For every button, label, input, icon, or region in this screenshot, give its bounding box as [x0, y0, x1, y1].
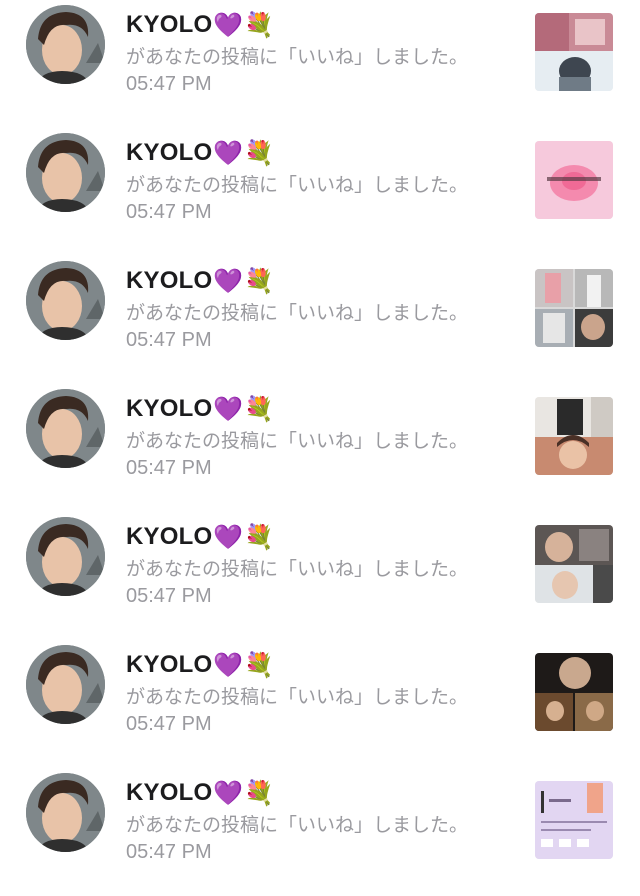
- notification-message: があなたの投稿に「いいね」しました。: [126, 174, 469, 196]
- purple-heart-icon: 💜: [213, 267, 244, 295]
- timestamp: 05:47 PM: [126, 201, 212, 223]
- username[interactable]: KYOLO: [126, 395, 212, 423]
- name-line: KYOLO 💜 💐: [126, 392, 274, 426]
- notification-item[interactable]: KYOLO 💜 💐 があなたの投稿に「いいね」しました。 05:47 PM: [0, 128, 640, 256]
- notification-message: があなたの投稿に「いいね」しました。: [126, 558, 469, 580]
- bouquet-icon: 💐: [244, 523, 275, 551]
- notification-message: があなたの投稿に「いいね」しました。: [126, 814, 469, 836]
- name-line: KYOLO 💜 💐: [126, 776, 274, 810]
- post-thumbnail[interactable]: [535, 525, 613, 603]
- notification-item[interactable]: KYOLO 💜 💐 があなたの投稿に「いいね」しました。 05:47 PM: [0, 640, 640, 768]
- username[interactable]: KYOLO: [126, 651, 212, 679]
- purple-heart-icon: 💜: [213, 523, 244, 551]
- avatar[interactable]: [26, 133, 105, 212]
- username[interactable]: KYOLO: [126, 779, 212, 807]
- timestamp: 05:47 PM: [126, 457, 212, 479]
- username[interactable]: KYOLO: [126, 267, 212, 295]
- timestamp: 05:47 PM: [126, 585, 212, 607]
- name-line: KYOLO 💜 💐: [126, 264, 274, 298]
- notification-message: があなたの投稿に「いいね」しました。: [126, 430, 469, 452]
- username[interactable]: KYOLO: [126, 523, 212, 551]
- avatar[interactable]: [26, 645, 105, 724]
- notification-message: があなたの投稿に「いいね」しました。: [126, 46, 469, 68]
- name-line: KYOLO 💜 💐: [126, 136, 274, 170]
- purple-heart-icon: 💜: [213, 395, 244, 423]
- name-line: KYOLO 💜 💐: [126, 520, 274, 554]
- bouquet-icon: 💐: [244, 267, 275, 295]
- avatar[interactable]: [26, 773, 105, 852]
- notification-item[interactable]: KYOLO 💜 💐 があなたの投稿に「いいね」しました。 05:47 PM: [0, 256, 640, 384]
- bouquet-icon: 💐: [244, 11, 275, 39]
- post-thumbnail[interactable]: [535, 13, 613, 91]
- avatar[interactable]: [26, 261, 105, 340]
- post-thumbnail[interactable]: [535, 781, 613, 859]
- name-line: KYOLO 💜 💐: [126, 648, 274, 682]
- avatar[interactable]: [26, 517, 105, 596]
- purple-heart-icon: 💜: [213, 11, 244, 39]
- purple-heart-icon: 💜: [213, 651, 244, 679]
- post-thumbnail[interactable]: [535, 397, 613, 475]
- avatar[interactable]: [26, 389, 105, 468]
- timestamp: 05:47 PM: [126, 73, 212, 95]
- notification-item[interactable]: KYOLO 💜 💐 があなたの投稿に「いいね」しました。 05:47 PM: [0, 768, 640, 896]
- username[interactable]: KYOLO: [126, 139, 212, 167]
- avatar[interactable]: [26, 5, 105, 84]
- notification-item[interactable]: KYOLO 💜 💐 があなたの投稿に「いいね」しました。 05:47 PM: [0, 0, 640, 128]
- bouquet-icon: 💐: [244, 139, 275, 167]
- notification-message: があなたの投稿に「いいね」しました。: [126, 686, 469, 708]
- post-thumbnail[interactable]: [535, 653, 613, 731]
- post-thumbnail[interactable]: [535, 269, 613, 347]
- username[interactable]: KYOLO: [126, 11, 212, 39]
- timestamp: 05:47 PM: [126, 329, 212, 351]
- notification-item[interactable]: KYOLO 💜 💐 があなたの投稿に「いいね」しました。 05:47 PM: [0, 384, 640, 512]
- timestamp: 05:47 PM: [126, 713, 212, 735]
- bouquet-icon: 💐: [244, 779, 275, 807]
- notification-item[interactable]: KYOLO 💜 💐 があなたの投稿に「いいね」しました。 05:47 PM: [0, 512, 640, 640]
- purple-heart-icon: 💜: [213, 779, 244, 807]
- bouquet-icon: 💐: [244, 395, 275, 423]
- bouquet-icon: 💐: [244, 651, 275, 679]
- purple-heart-icon: 💜: [213, 139, 244, 167]
- name-line: KYOLO 💜 💐: [126, 8, 274, 42]
- notification-message: があなたの投稿に「いいね」しました。: [126, 302, 469, 324]
- post-thumbnail[interactable]: [535, 141, 613, 219]
